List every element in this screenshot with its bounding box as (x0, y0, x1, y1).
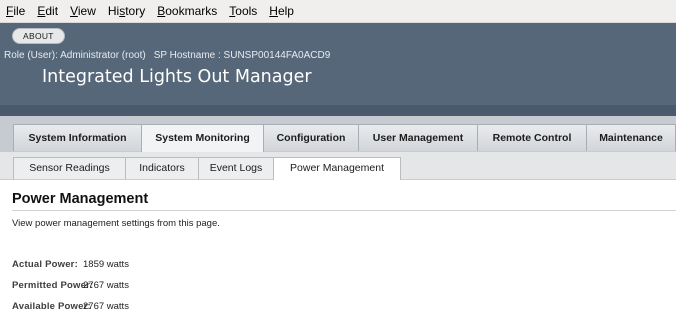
banner-divider (0, 105, 676, 116)
tab-remote-control[interactable]: Remote Control (477, 124, 587, 151)
permitted-power-label: Permitted Power: (12, 280, 94, 291)
sub-tab-bar: Sensor Readings Indicators Event Logs Po… (0, 152, 676, 180)
title-divider (12, 210, 676, 211)
user-role: Role (User): Administrator (root) (4, 50, 146, 61)
menu-bookmarks[interactable]: Bookmarks (151, 0, 223, 23)
subtab-indicators[interactable]: Indicators (125, 157, 199, 179)
user-role-line: Role (User): Administrator (root) SP Host… (4, 50, 330, 61)
menu-edit[interactable]: Edit (31, 0, 64, 23)
header-banner: ABOUT Role (User): Administrator (root) S… (0, 23, 676, 116)
menu-file[interactable]: File (0, 0, 31, 23)
about-button[interactable]: ABOUT (12, 28, 65, 44)
subtab-event-logs[interactable]: Event Logs (198, 157, 274, 179)
tab-maintenance[interactable]: Maintenance (586, 124, 676, 151)
app-title: Integrated Lights Out Manager (42, 67, 312, 87)
available-power-row: Available Power:2767 watts (12, 301, 129, 312)
browser-menubar: File Edit View History Bookmarks Tools H… (0, 0, 676, 23)
subtab-power-management[interactable]: Power Management (273, 157, 401, 180)
menu-help[interactable]: Help (263, 0, 300, 23)
available-power-value: 2767 watts (83, 301, 129, 312)
actual-power-label: Actual Power: (12, 259, 78, 270)
actual-power-value: 1859 watts (83, 259, 129, 270)
page-title: Power Management (12, 191, 149, 207)
page-description: View power management settings from this… (12, 218, 220, 229)
menu-history[interactable]: History (102, 0, 151, 23)
sp-hostname: SP Hostname : SUNSP00144FA0ACD9 (153, 50, 331, 61)
tab-system-information[interactable]: System Information (13, 124, 142, 151)
permitted-power-row: Permitted Power:2767 watts (12, 280, 129, 291)
tab-user-management[interactable]: User Management (358, 124, 478, 151)
subtab-sensor-readings[interactable]: Sensor Readings (13, 157, 126, 179)
permitted-power-value: 2767 watts (83, 280, 129, 291)
tab-system-monitoring[interactable]: System Monitoring (141, 124, 264, 152)
tab-configuration[interactable]: Configuration (263, 124, 359, 151)
menu-tools[interactable]: Tools (223, 0, 263, 23)
available-power-label: Available Power: (12, 301, 91, 312)
menu-view[interactable]: View (64, 0, 102, 23)
main-tab-bar: System Information System Monitoring Con… (0, 116, 676, 152)
actual-power-row: Actual Power: 1859 watts (12, 259, 129, 270)
